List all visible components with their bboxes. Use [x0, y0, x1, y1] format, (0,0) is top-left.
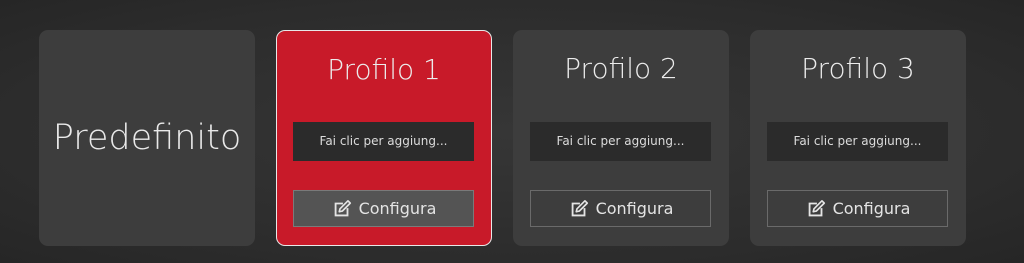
profile-card-1[interactable]: Profilo 1 Fai clic per aggiung... Config…	[276, 30, 492, 246]
profile-title: Profilo 1	[327, 53, 441, 86]
configure-button-label: Configura	[832, 199, 911, 218]
configure-button-label: Configura	[595, 199, 674, 218]
profile-title: Profilo 3	[801, 52, 915, 85]
edit-icon	[331, 198, 353, 220]
profile-card-3[interactable]: Profilo 3 Fai clic per aggiung... Config…	[750, 30, 966, 246]
profile-description-field[interactable]: Fai clic per aggiung...	[530, 122, 711, 161]
profile-description-field[interactable]: Fai clic per aggiung...	[293, 122, 474, 161]
edit-icon	[568, 198, 590, 220]
configure-button[interactable]: Configura	[767, 190, 948, 227]
configure-button[interactable]: Configura	[293, 190, 474, 227]
profile-description-field[interactable]: Fai clic per aggiung...	[767, 122, 948, 161]
configure-button-label: Configura	[358, 199, 437, 218]
profile-title: Profilo 2	[564, 52, 678, 85]
profile-card-2[interactable]: Profilo 2 Fai clic per aggiung... Config…	[513, 30, 729, 246]
default-profile-label: Predefinito	[52, 117, 242, 158]
configure-button[interactable]: Configura	[530, 190, 711, 227]
edit-icon	[805, 198, 827, 220]
profile-card-default[interactable]: Predefinito	[39, 30, 255, 246]
profile-cards: Predefinito Profilo 1 Fai clic per aggiu…	[0, 0, 1024, 263]
